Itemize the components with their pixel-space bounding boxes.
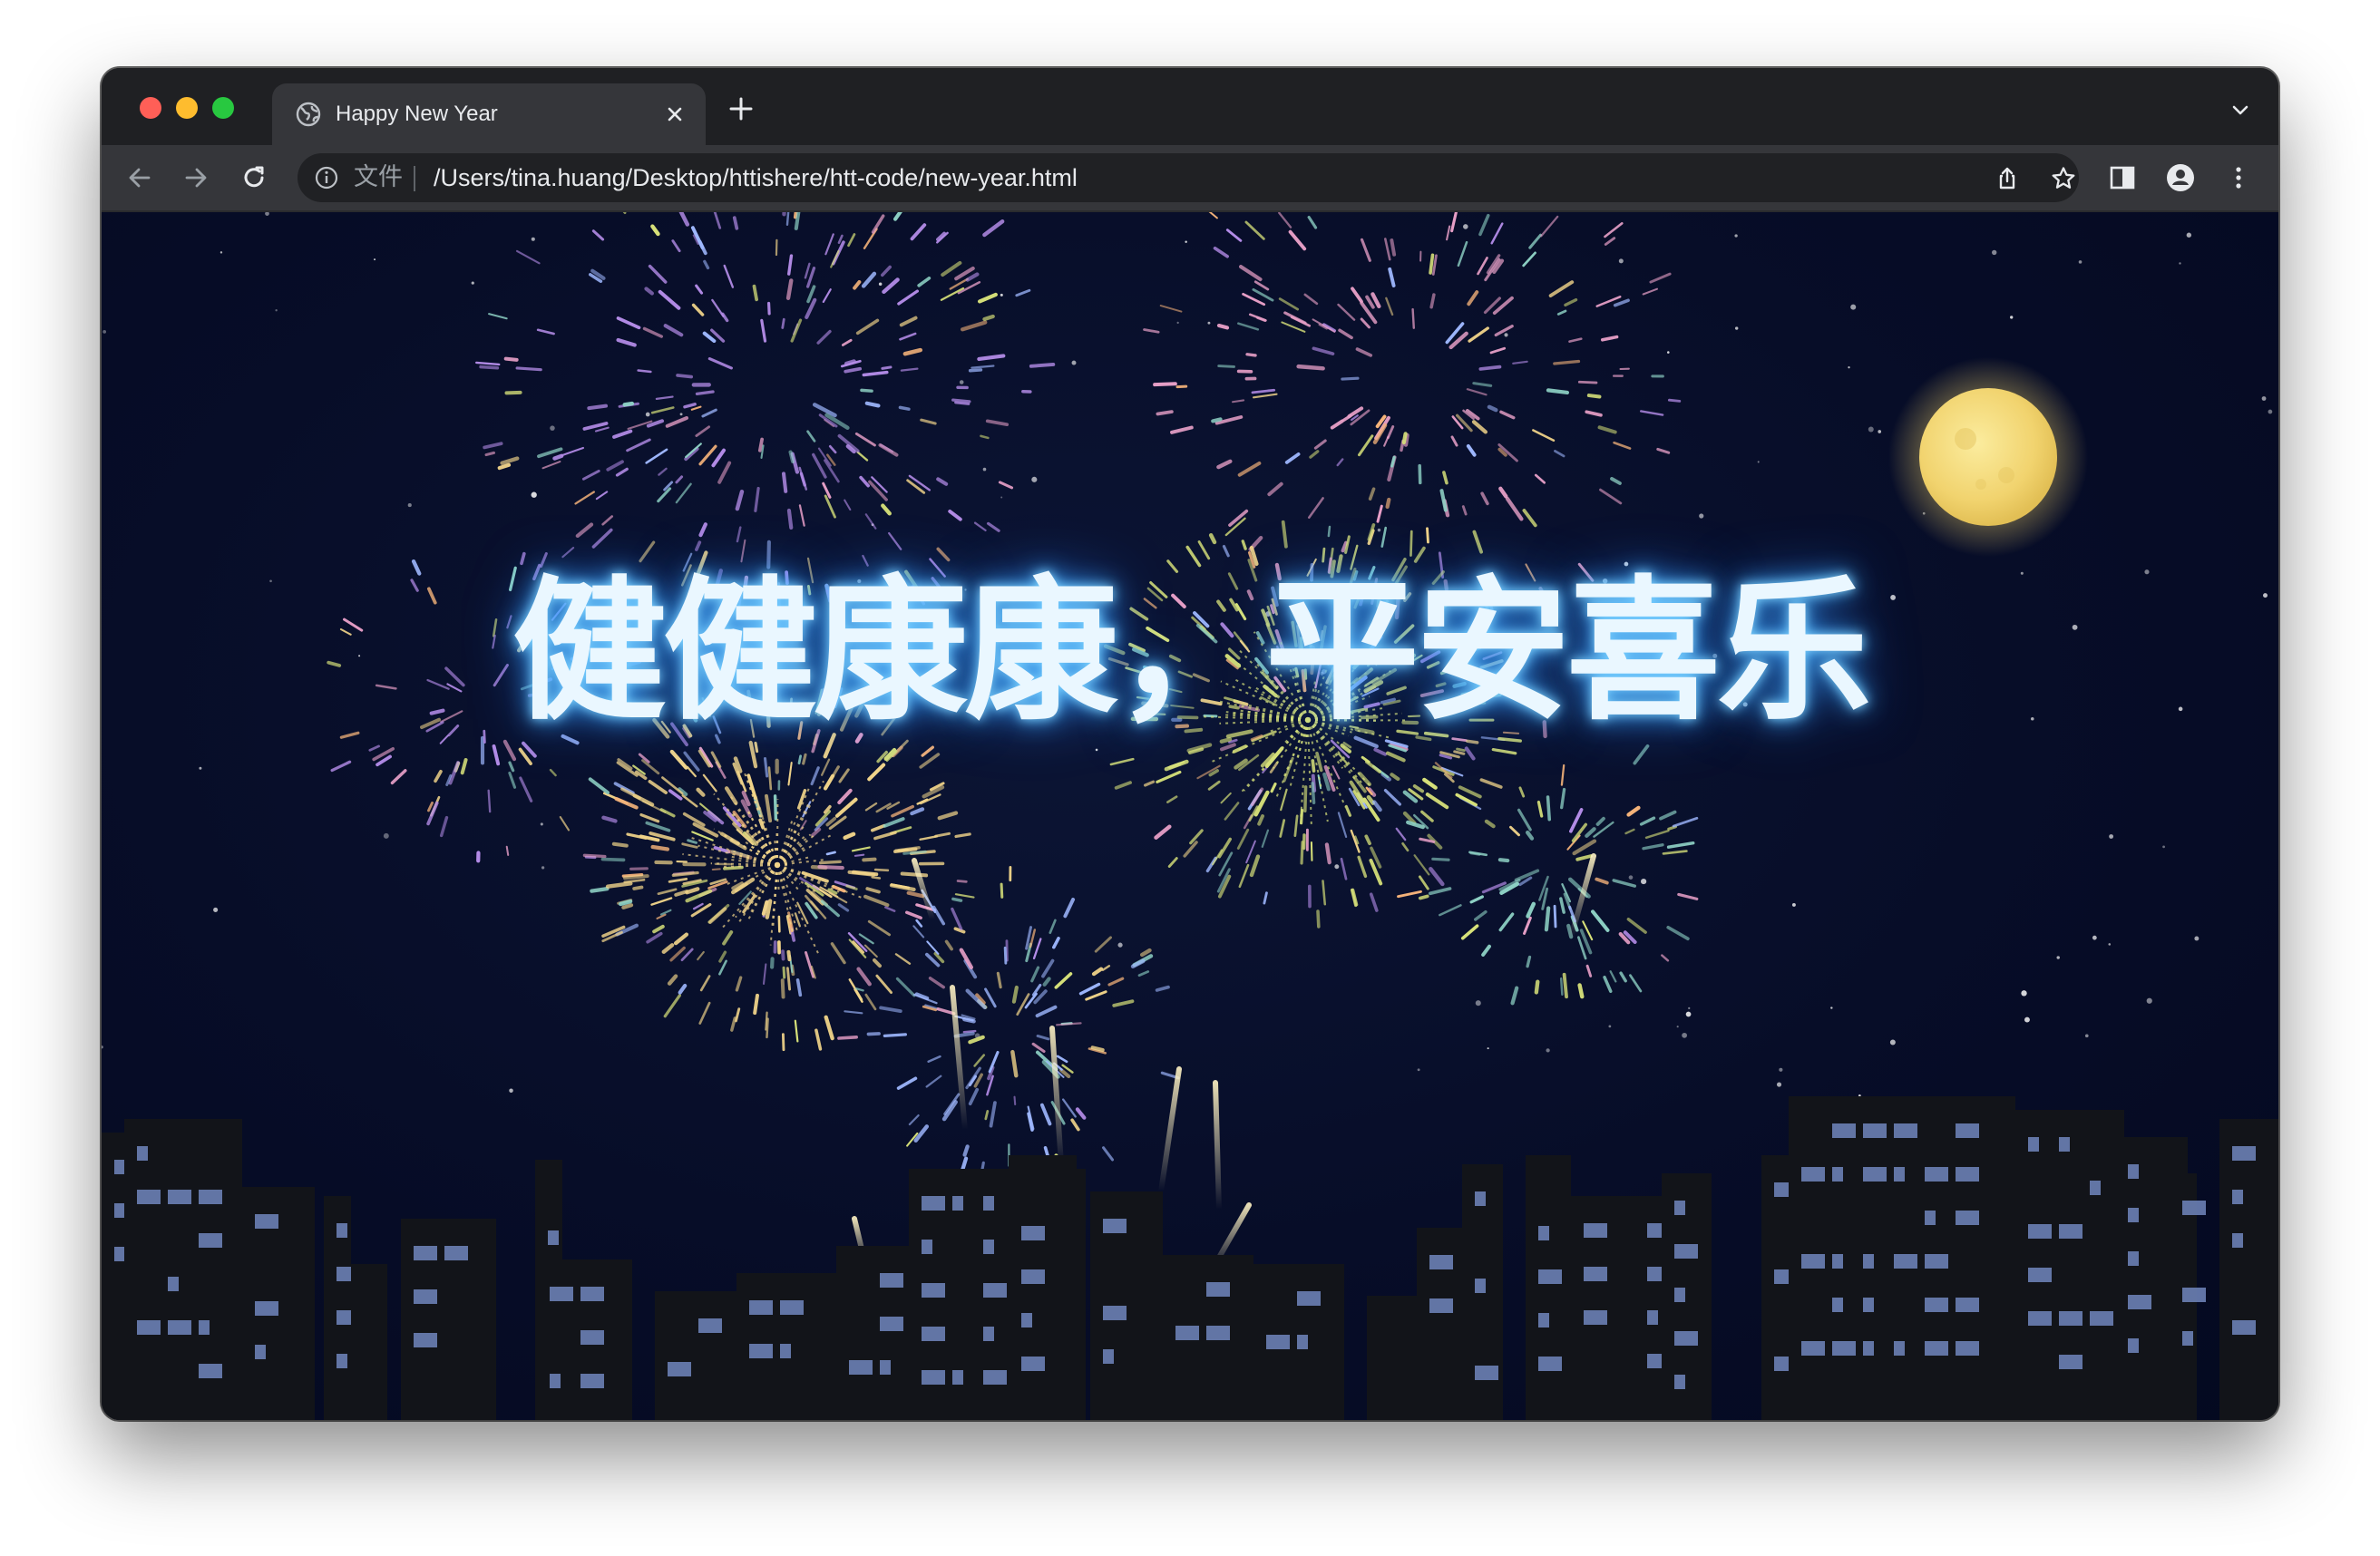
building (736, 1273, 836, 1420)
chevron-down-icon[interactable] (2229, 99, 2251, 121)
building (1090, 1191, 1163, 1420)
building (124, 1119, 242, 1420)
building (1662, 1173, 1712, 1420)
bookmark-star-icon[interactable] (2050, 165, 2077, 192)
globe-icon (296, 102, 321, 127)
browser-window: Happy New Year 文件 /Users/tina.huang/Desk… (102, 68, 2278, 1420)
side-panel-icon[interactable] (2106, 161, 2139, 194)
address-separator (414, 166, 415, 191)
building (1526, 1155, 1571, 1420)
building (1009, 1155, 1077, 1420)
building (655, 1291, 746, 1420)
building (351, 1264, 387, 1420)
building (1462, 1164, 1503, 1420)
url-text[interactable]: /Users/tina.huang/Desktop/httishere/htt-… (434, 164, 1078, 191)
moon (1888, 357, 2088, 557)
page-viewport: 健健康康，平安喜乐 (102, 212, 2278, 1420)
building (537, 1259, 632, 1420)
building (1163, 1255, 1253, 1420)
profile-avatar-icon[interactable] (2164, 161, 2197, 194)
back-icon[interactable] (123, 161, 156, 194)
minimize-window-button[interactable] (176, 97, 198, 119)
tab-title: Happy New Year (336, 102, 498, 126)
address-bar[interactable]: 文件 /Users/tina.huang/Desktop/httishere/h… (298, 153, 2079, 202)
building (2219, 1119, 2278, 1420)
toolbar: 文件 /Users/tina.huang/Desktop/httishere/h… (102, 145, 2278, 212)
share-icon[interactable] (1994, 165, 2021, 192)
building (401, 1219, 496, 1420)
close-window-button[interactable] (140, 97, 161, 119)
building (1253, 1264, 1344, 1420)
building (1571, 1196, 1639, 1420)
building (2170, 1173, 2206, 1420)
building (1417, 1228, 1467, 1420)
close-tab-icon[interactable] (662, 102, 688, 127)
building (1789, 1096, 2015, 1420)
file-scheme-label: 文件 (354, 163, 403, 191)
building (242, 1187, 315, 1420)
city-skyline (102, 1096, 2278, 1420)
reload-icon[interactable] (238, 161, 270, 194)
maximize-window-button[interactable] (212, 97, 234, 119)
more-menu-icon[interactable] (2222, 161, 2255, 194)
fireworks-scene (102, 212, 2278, 1420)
new-tab-icon[interactable] (727, 95, 755, 122)
building (2015, 1110, 2124, 1420)
tab-happy-new-year[interactable]: Happy New Year (272, 83, 706, 145)
forward-icon[interactable] (180, 161, 212, 194)
info-icon[interactable] (314, 165, 339, 190)
greeting-text: 健健康康，平安喜乐 (512, 562, 1871, 742)
tab-strip: Happy New Year (102, 68, 2278, 145)
